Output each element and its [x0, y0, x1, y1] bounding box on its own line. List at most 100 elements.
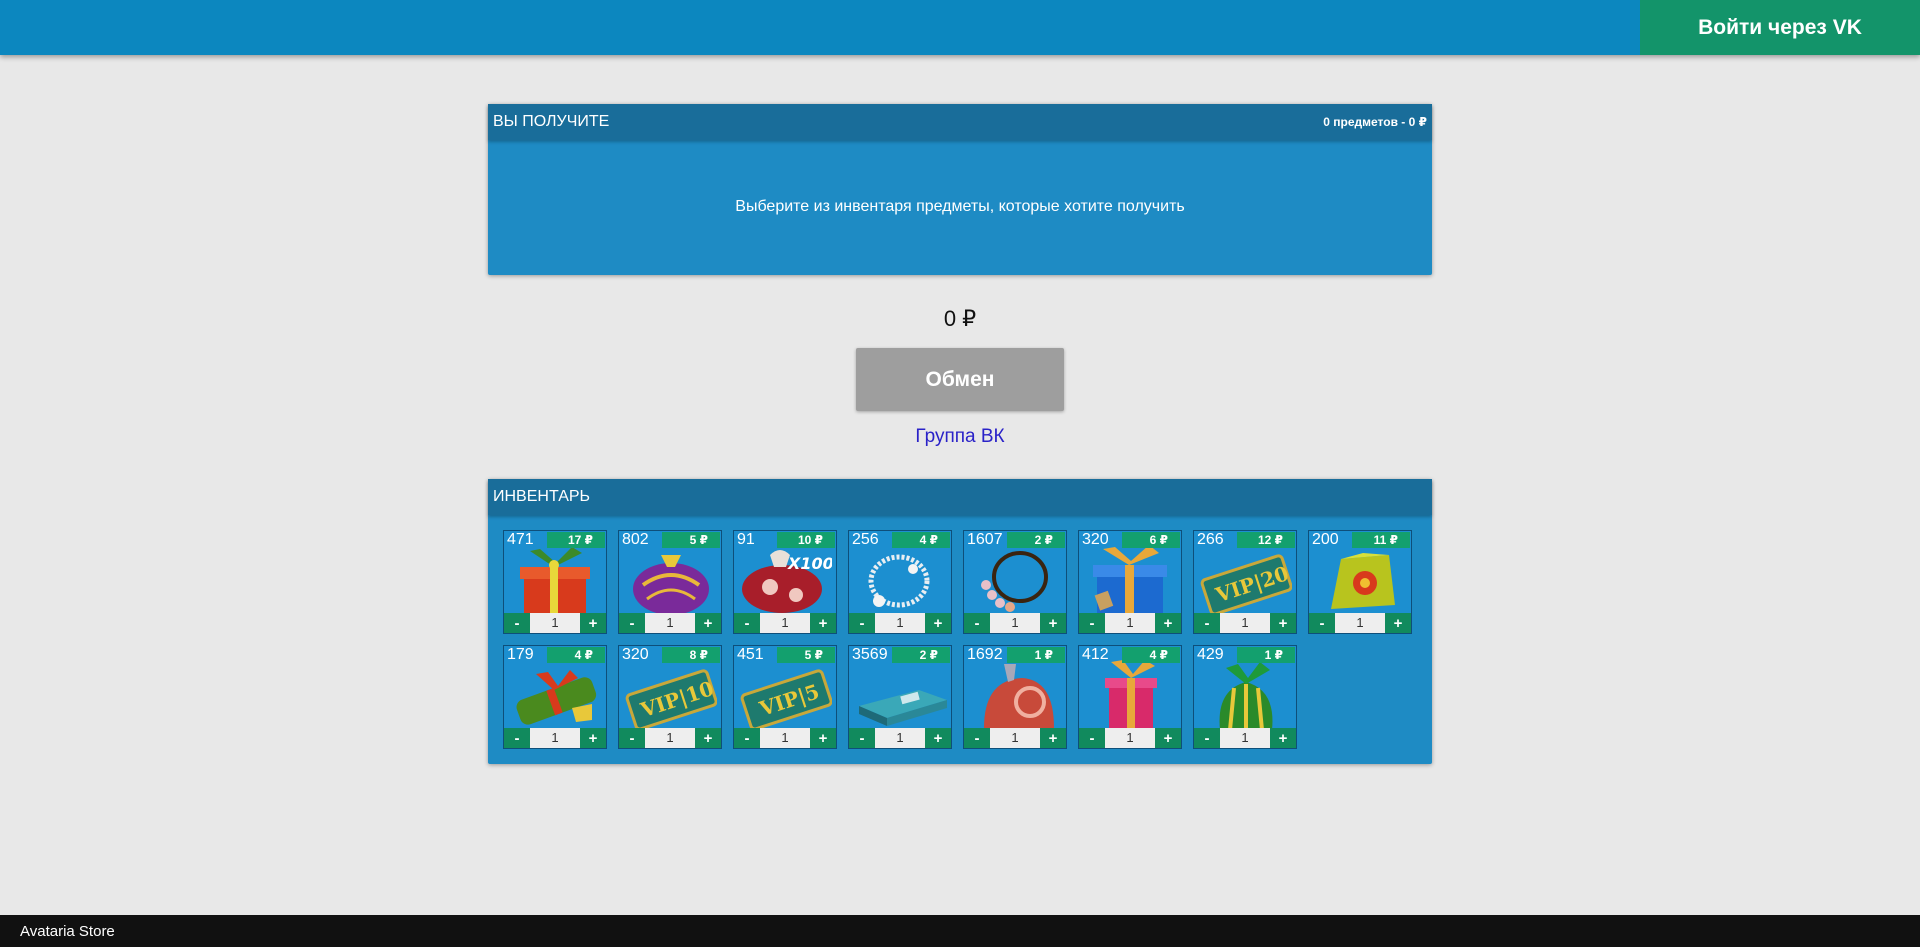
inventory-item[interactable]: 320 8 ₽ VIP|10-1 +	[618, 645, 722, 749]
inventory-item[interactable]: 320 6 ₽ -1 +	[1078, 530, 1182, 634]
item-stepper: -1 +	[849, 728, 951, 748]
item-count-input[interactable]: 1	[990, 613, 1040, 633]
decrement-button[interactable]: -	[1309, 613, 1335, 633]
increment-button[interactable]: +	[810, 613, 836, 633]
decrement-button[interactable]: -	[619, 728, 645, 748]
inventory-item[interactable]: 91 10 ₽ X100 -1 +	[733, 530, 837, 634]
item-count-input[interactable]: 1	[990, 728, 1040, 748]
item-count-input[interactable]: 1	[645, 613, 695, 633]
item-price: 1 ₽	[1007, 647, 1065, 663]
decrement-button[interactable]: -	[1079, 613, 1105, 633]
increment-button[interactable]: +	[1270, 728, 1296, 748]
increment-button[interactable]: +	[580, 613, 606, 633]
item-stepper: -1 +	[734, 613, 836, 633]
inventory-item[interactable]: 412 4 ₽ -1 +	[1078, 645, 1182, 749]
exchange-button[interactable]: Обмен	[856, 348, 1064, 411]
increment-button[interactable]: +	[1040, 613, 1066, 633]
inventory-item[interactable]: 256 4 ₽ -1 +	[848, 530, 952, 634]
increment-button[interactable]: +	[1155, 613, 1181, 633]
decrement-button[interactable]: -	[504, 728, 530, 748]
inventory-item[interactable]: 429 1 ₽ -1 +	[1193, 645, 1297, 749]
inventory-item[interactable]: 1692 1 ₽ -1 +	[963, 645, 1067, 749]
red-piggy-bank-icon	[984, 664, 1054, 728]
decrement-button[interactable]: -	[964, 728, 990, 748]
increment-button[interactable]: +	[810, 728, 836, 748]
increment-button[interactable]: +	[925, 613, 951, 633]
item-price: 10 ₽	[777, 532, 835, 548]
candy-bag-x100-icon: X100	[742, 550, 832, 613]
decrement-button[interactable]: -	[849, 613, 875, 633]
total-price: 0 ₽	[943, 306, 977, 331]
item-quantity: 179	[507, 646, 534, 663]
inventory-item[interactable]: 802 5 ₽ -1 +	[618, 530, 722, 634]
increment-button[interactable]: +	[1385, 613, 1411, 633]
inventory-item[interactable]: 451 5 ₽ VIP|5-1 +	[733, 645, 837, 749]
green-wrapped-gift-icon	[516, 670, 597, 725]
green-striped-gift-icon	[1219, 662, 1273, 730]
inventory-item[interactable]: 1607 2 ₽ -1 +	[963, 530, 1067, 634]
decrement-button[interactable]: -	[1194, 613, 1220, 633]
inventory-item[interactable]: 200 11 ₽ -1 +	[1308, 530, 1412, 634]
item-count-input[interactable]: 1	[530, 613, 580, 633]
inventory-item[interactable]: 266 12 ₽ VIP|20-1 +	[1193, 530, 1297, 634]
item-quantity: 320	[1082, 531, 1109, 548]
item-count-input[interactable]: 1	[530, 728, 580, 748]
decrement-button[interactable]: -	[1194, 728, 1220, 748]
item-price: 2 ₽	[1007, 532, 1065, 548]
item-price: 5 ₽	[662, 532, 720, 548]
increment-button[interactable]: +	[925, 728, 951, 748]
item-count-input[interactable]: 1	[1335, 613, 1385, 633]
svg-text:X100: X100	[787, 554, 832, 573]
vk-login-button[interactable]: Войти через VK	[1640, 0, 1920, 55]
item-count-input[interactable]: 1	[875, 613, 925, 633]
item-stepper: -1 +	[964, 613, 1066, 633]
item-quantity: 200	[1312, 531, 1339, 548]
item-price: 8 ₽	[662, 647, 720, 663]
inventory-panel-header: ИНВЕНТАРЬ	[488, 479, 1432, 515]
item-quantity: 266	[1197, 531, 1224, 548]
item-stepper: -1 +	[619, 728, 721, 748]
inventory-panel: ИНВЕНТАРЬ 471 17 ₽ -1 +802 5 ₽ -1 +91 10 ₽ X100-…	[488, 479, 1432, 764]
inventory-item[interactable]: 3569 2 ₽ -1 +	[848, 645, 952, 749]
decrement-button[interactable]: -	[734, 613, 760, 633]
item-count-input[interactable]: 1	[1105, 728, 1155, 748]
item-count-input[interactable]: 1	[1220, 728, 1270, 748]
receive-count: 0 предметов - 0 ₽	[1323, 115, 1427, 129]
item-price: 6 ₽	[1122, 532, 1180, 548]
item-price: 4 ₽	[1122, 647, 1180, 663]
vk-group-link[interactable]: Группа ВК	[0, 426, 1920, 448]
item-quantity: 256	[852, 531, 879, 548]
increment-button[interactable]: +	[695, 613, 721, 633]
decrement-button[interactable]: -	[849, 728, 875, 748]
vip-5-ticket-icon: VIP|5	[740, 669, 832, 730]
vip-20-ticket-icon: VIP|20	[1200, 554, 1292, 615]
item-count-input[interactable]: 1	[1105, 613, 1155, 633]
decrement-button[interactable]: -	[1079, 728, 1105, 748]
item-count-input[interactable]: 1	[875, 728, 925, 748]
item-count-input[interactable]: 1	[645, 728, 695, 748]
item-price: 4 ₽	[547, 647, 605, 663]
increment-button[interactable]: +	[1155, 728, 1181, 748]
inventory-item[interactable]: 471 17 ₽ -1 +	[503, 530, 607, 634]
item-price: 12 ₽	[1237, 532, 1295, 548]
item-stepper: -1 +	[734, 728, 836, 748]
decrement-button[interactable]: -	[504, 613, 530, 633]
inventory-item[interactable]: 179 4 ₽ -1 +	[503, 645, 607, 749]
red-gift-box-icon	[520, 547, 590, 613]
item-count-input[interactable]: 1	[1220, 613, 1270, 633]
vip-10-ticket-icon: VIP|10	[625, 669, 717, 730]
inventory-title: ИНВЕНТАРЬ	[493, 488, 591, 505]
item-count-input[interactable]: 1	[760, 613, 810, 633]
purple-ornament-icon	[633, 555, 709, 615]
increment-button[interactable]: +	[580, 728, 606, 748]
decrement-button[interactable]: -	[734, 728, 760, 748]
item-price: 11 ₽	[1352, 532, 1410, 548]
item-count-input[interactable]: 1	[760, 728, 810, 748]
increment-button[interactable]: +	[695, 728, 721, 748]
item-price: 17 ₽	[547, 532, 605, 548]
increment-button[interactable]: +	[1270, 613, 1296, 633]
decrement-button[interactable]: -	[619, 613, 645, 633]
increment-button[interactable]: +	[1040, 728, 1066, 748]
item-quantity: 429	[1197, 646, 1224, 663]
decrement-button[interactable]: -	[964, 613, 990, 633]
